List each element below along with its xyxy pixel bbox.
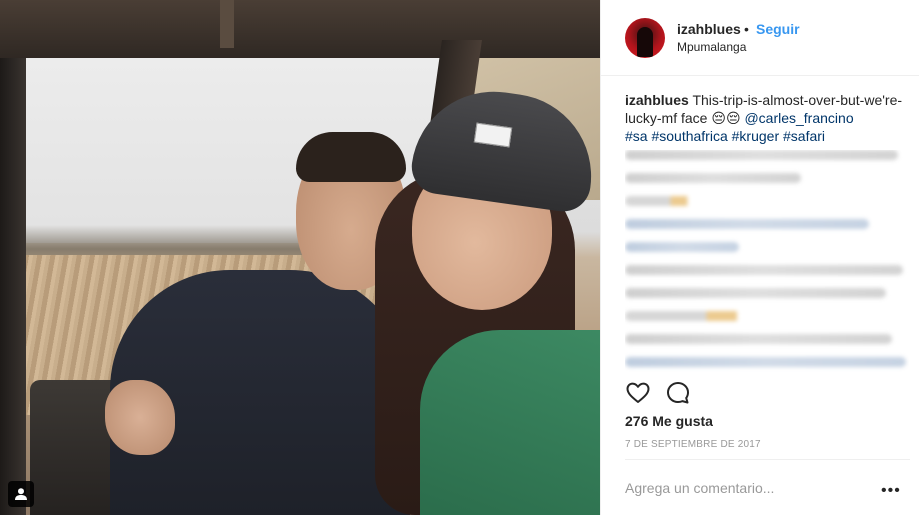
hashtag-kruger[interactable]: #kruger xyxy=(732,128,779,144)
caption-emoji: 😔😔 xyxy=(711,110,741,126)
photo-man-hair xyxy=(296,132,406,182)
user-tag-button[interactable] xyxy=(8,481,34,507)
comment-icon xyxy=(667,382,689,404)
location-link[interactable]: Mpumalanga xyxy=(677,40,746,54)
post-header: izahblues • Seguir Mpumalanga xyxy=(601,0,919,76)
comment-input[interactable] xyxy=(625,476,905,500)
header-separator: • xyxy=(744,21,749,37)
post-photo[interactable] xyxy=(0,0,600,515)
user-tag-icon xyxy=(15,488,27,500)
follow-button[interactable]: Seguir xyxy=(756,21,800,37)
photo-roof-bar xyxy=(220,0,234,48)
caption-mention[interactable]: @carles_francino xyxy=(744,110,853,126)
comment-button[interactable] xyxy=(665,380,691,406)
hashtag-sa[interactable]: #sa xyxy=(625,128,648,144)
header-username[interactable]: izahblues xyxy=(677,21,741,37)
like-button[interactable] xyxy=(625,380,651,406)
photo-woman-jacket xyxy=(420,330,600,515)
post-actions xyxy=(625,380,915,406)
photo-vehicle-pillar-left xyxy=(0,58,26,515)
post-caption: izahblues This-trip-is-almost-over-but-w… xyxy=(625,91,915,145)
post-side-panel: izahblues • Seguir Mpumalanga izahblues … xyxy=(600,0,919,515)
caption-username[interactable]: izahblues xyxy=(625,92,689,108)
more-options-button[interactable]: ••• xyxy=(881,482,901,500)
blurred-comments xyxy=(625,150,909,372)
divider xyxy=(625,459,910,460)
hashtag-southafrica[interactable]: #southafrica xyxy=(651,128,727,144)
avatar[interactable] xyxy=(625,18,665,58)
likes-count[interactable]: 276 Me gusta xyxy=(625,413,713,429)
photo-man-hand xyxy=(105,380,175,455)
heart-icon xyxy=(626,382,650,403)
photo-vehicle-roof xyxy=(0,0,600,58)
hashtag-safari[interactable]: #safari xyxy=(783,128,825,144)
post-date: 7 DE SEPTIEMBRE DE 2017 xyxy=(625,439,761,450)
